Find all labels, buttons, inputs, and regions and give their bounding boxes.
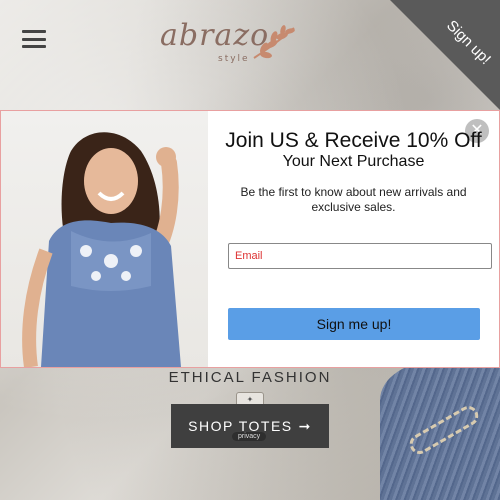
privacy-badge[interactable]: privacy	[232, 432, 267, 441]
menu-bar	[22, 30, 46, 33]
popup-content: ✕ Join US & Receive 10% Off Your Next Pu…	[208, 111, 499, 367]
hero-tagline: ETHICAL FASHION	[168, 369, 332, 386]
shop-totes-button[interactable]: SHOP TOTES ➞	[171, 404, 329, 448]
site-logo[interactable]: abrazo style	[160, 10, 300, 80]
menu-bar	[22, 37, 46, 41]
popup-headline: Join US & Receive 10% Off	[225, 129, 482, 152]
model-illustration	[22, 132, 181, 367]
popup-description: Be the first to know about new arrivals …	[240, 185, 467, 214]
signup-popup: ✕ Join US & Receive 10% Off Your Next Pu…	[0, 110, 500, 368]
leaf-icon	[253, 25, 295, 59]
arrow-right-icon: ➞	[298, 417, 312, 434]
logo-subtext: style	[218, 54, 250, 64]
email-field[interactable]	[228, 243, 492, 269]
model-photo	[1, 111, 208, 367]
hamburger-menu-icon[interactable]	[22, 30, 46, 48]
popup-subheadline: Your Next Purchase	[282, 153, 425, 170]
menu-bar	[22, 45, 46, 48]
sign-me-up-button[interactable]: Sign me up!	[228, 308, 480, 340]
